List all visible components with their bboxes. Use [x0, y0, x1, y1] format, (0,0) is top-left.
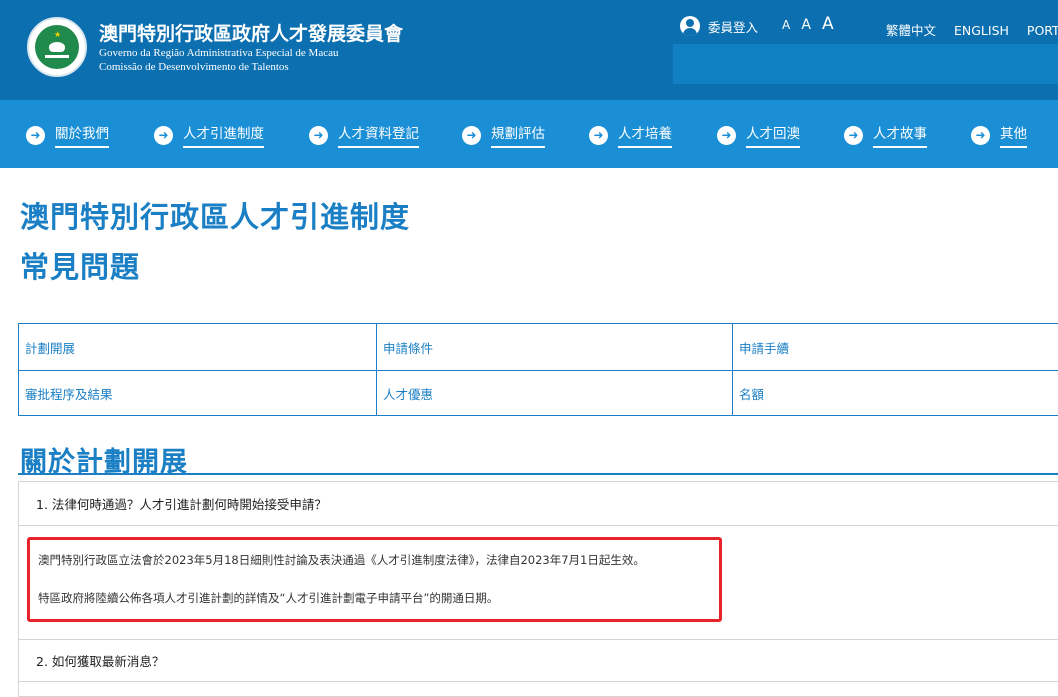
macau-emblem-logo[interactable]: ★ — [27, 17, 87, 77]
site-header: ★ 澳門特別行政區政府人才發展委員會 Governo da Região Adm… — [0, 0, 1058, 100]
nav-item-others[interactable]: ➜ 其他 — [971, 122, 1027, 148]
faq-answer-paragraph: 澳門特別行政區立法會於2023年5月18日細則性討論及表決通過《人才引進制度法律… — [38, 553, 645, 567]
faq-category-table: 計劃開展 申請條件 申請手續 審批程序及結果 人才優惠 名額 — [18, 323, 1058, 416]
arrow-right-icon: ➜ — [844, 125, 863, 145]
arrow-right-icon: ➜ — [589, 125, 608, 145]
page-subtitle: 常見問題 — [20, 250, 141, 284]
arrow-right-icon: ➜ — [971, 125, 990, 145]
category-link-talent-benefits[interactable]: 人才優惠 — [376, 370, 732, 416]
lang-traditional-chinese[interactable]: 繁體中文 — [886, 23, 936, 38]
nav-item-label: 人才故事 — [873, 122, 927, 148]
section-divider — [18, 473, 1058, 475]
category-link-eligibility[interactable]: 申請條件 — [376, 324, 732, 370]
faq-question[interactable]: 2. 如何獲取最新消息？ — [19, 640, 1058, 682]
lang-portuguese[interactable]: PORTU — [1027, 23, 1058, 38]
header-search-area[interactable] — [673, 44, 1058, 84]
nav-item-talent-registration[interactable]: ➜ 人才資料登記 — [309, 122, 419, 148]
category-link-plan-launch[interactable]: 計劃開展 — [19, 324, 376, 370]
nav-item-label: 規劃評估 — [491, 122, 545, 148]
faq-answer-paragraph: 特區政府將陸續公佈各項人才引進計劃的詳情及“人才引進計劃電子申請平台”的開通日期… — [38, 591, 499, 605]
member-login-label: 委員登入 — [708, 19, 759, 35]
faq-list: 1. 法律何時通過？人才引進計劃何時開始接受申請？ 澳門特別行政區立法會於202… — [18, 481, 1058, 697]
nav-item-about-us[interactable]: ➜ 關於我們 — [26, 122, 109, 148]
font-size-medium-button[interactable]: A — [801, 17, 811, 33]
user-icon — [680, 16, 700, 36]
nav-item-talent-stories[interactable]: ➜ 人才故事 — [844, 122, 927, 148]
red-highlight-box — [27, 537, 722, 622]
lang-english[interactable]: ENGLISH — [954, 23, 1009, 38]
font-size-small-button[interactable]: A — [782, 18, 790, 32]
nav-item-label: 人才引進制度 — [183, 122, 264, 148]
site-title-zh[interactable]: 澳門特別行政區政府人才發展委員會 — [99, 19, 403, 46]
faq-answer: 澳門特別行政區立法會於2023年5月18日細則性討論及表決通過《人才引進制度法律… — [19, 526, 1058, 640]
nav-item-label: 關於我們 — [55, 122, 109, 148]
nav-item-talent-import[interactable]: ➜ 人才引進制度 — [154, 122, 264, 148]
nav-item-label: 人才資料登記 — [338, 122, 419, 148]
arrow-right-icon: ➜ — [154, 125, 173, 145]
emblem-inner: ★ — [35, 25, 79, 69]
page-title: 澳門特別行政區人才引進制度 — [20, 200, 411, 234]
language-switcher: 繁體中文 ENGLISH PORTU — [886, 20, 1058, 39]
main-nav: ➜ 關於我們 ➜ 人才引進制度 ➜ 人才資料登記 ➜ 規劃評估 ➜ 人才培養 ➜… — [0, 100, 1058, 168]
member-login-link[interactable]: 委員登入 — [680, 16, 758, 36]
faq-question[interactable]: 1. 法律何時通過？人才引進計劃何時開始接受申請？ — [19, 482, 1058, 526]
nav-item-talent-training[interactable]: ➜ 人才培養 — [589, 122, 672, 148]
nav-item-label: 人才培養 — [618, 122, 672, 148]
arrow-right-icon: ➜ — [26, 125, 45, 145]
site-title-pt-line2: Comissão de Desenvolvimento de Talentos — [99, 61, 289, 73]
font-size-switcher: A A A — [782, 14, 840, 34]
nav-item-label: 人才回澳 — [746, 122, 800, 148]
arrow-right-icon: ➜ — [717, 125, 736, 145]
arrow-right-icon: ➜ — [462, 125, 481, 145]
nav-item-planning[interactable]: ➜ 規劃評估 — [462, 122, 545, 148]
font-size-large-button[interactable]: A — [822, 14, 834, 34]
site-title-pt-line1: Governo da Região Administrativa Especia… — [99, 47, 339, 59]
category-link-application-procedure[interactable]: 申請手續 — [732, 324, 1058, 370]
nav-item-label: 其他 — [1000, 122, 1027, 148]
category-link-approval-results[interactable]: 審批程序及結果 — [19, 370, 376, 416]
category-link-quota[interactable]: 名額 — [732, 370, 1058, 416]
nav-item-talent-return[interactable]: ➜ 人才回澳 — [717, 122, 800, 148]
arrow-right-icon: ➜ — [309, 125, 328, 145]
